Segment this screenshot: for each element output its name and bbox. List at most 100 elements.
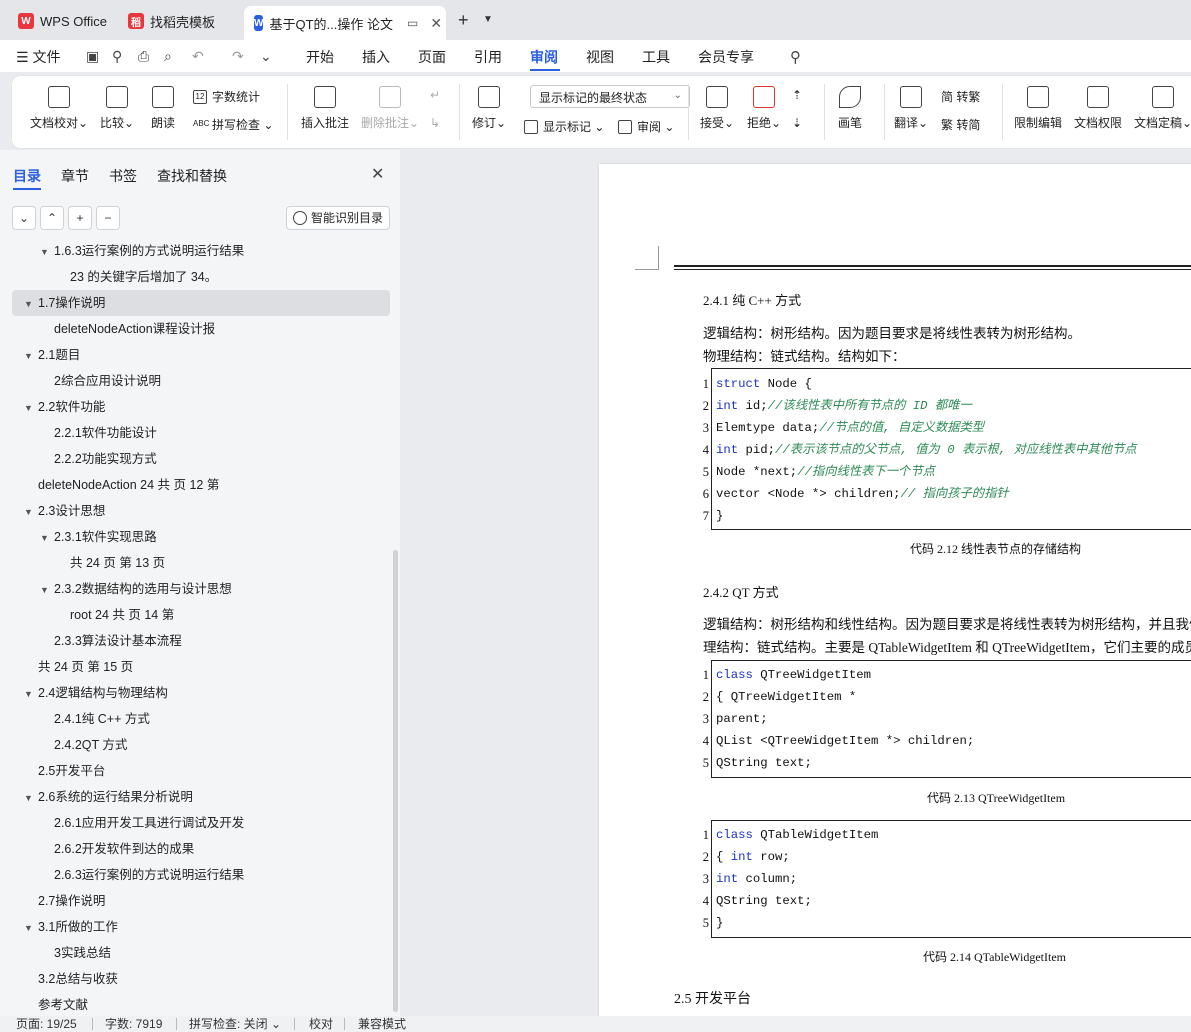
menu-review[interactable]: 审阅 (530, 47, 558, 67)
expand-triangle-icon[interactable]: ▼ (24, 915, 38, 941)
toc-item[interactable]: ▼ 1.7操作说明 (12, 290, 390, 316)
close-tab-icon[interactable]: ✕ (430, 15, 442, 32)
new-tab-icon[interactable]: + (458, 10, 469, 31)
document-page[interactable]: 2.4.1 纯 C++ 方式 逻辑结构：树形结构。因为题目要求是将线性表转为树形… (599, 164, 1191, 1016)
tab-wps-office[interactable]: W WPS Office (8, 6, 117, 36)
float-window-icon[interactable]: ▭ (407, 16, 418, 30)
expand-triangle-icon[interactable]: ▼ (40, 577, 54, 603)
doc-proof-button[interactable]: 文档校对⌄ (30, 86, 88, 131)
toc-item[interactable]: 2综合应用设计说明 (40, 368, 161, 394)
next-change-icon[interactable]: ⇣ (792, 116, 802, 130)
toc-item[interactable]: 共 24 页 第 13 页 (56, 550, 165, 576)
toc-item[interactable]: ▼ 2.3.2数据结构的选用与设计思想 (40, 576, 232, 602)
menu-reference[interactable]: 引用 (474, 47, 502, 67)
menu-start[interactable]: 开始 (306, 47, 334, 67)
menu-member[interactable]: 会员专享 (698, 47, 754, 67)
doc-rights-button[interactable]: 文档权限 (1074, 86, 1122, 131)
toc-item[interactable]: ▼ 2.3.1软件实现思路 (40, 524, 157, 550)
toc-item[interactable]: 2.6.3运行案例的方式说明运行结果 (40, 862, 244, 888)
reject-button[interactable]: 拒绝⌄ (747, 86, 781, 131)
nav-scrollbar[interactable] (393, 550, 398, 1012)
toc-item[interactable]: ▼ 2.3设计思想 (24, 498, 105, 524)
toc-item[interactable]: 共 24 页 第 15 页 (24, 654, 133, 680)
markup-state-select[interactable]: 显示标记的最终状态 ⌄ (530, 85, 690, 108)
expand-triangle-icon[interactable]: ▼ (24, 343, 38, 369)
doc-final-button[interactable]: 文档定稿⌄ (1134, 86, 1191, 131)
track-changes-button[interactable]: 修订⌄ (472, 86, 506, 131)
chevron-down-icon[interactable]: ▼ (483, 14, 493, 25)
prev-comment-icon[interactable]: ↵ (430, 88, 440, 102)
toc-item[interactable]: 3实践总结 (40, 940, 111, 966)
toc-item[interactable]: ▼ 2.6系统的运行结果分析说明 (24, 784, 193, 810)
expand-triangle-icon[interactable]: ▼ (24, 291, 38, 317)
toc-item[interactable]: 2.6.1应用开发工具进行调试及开发 (40, 810, 244, 836)
toc-item[interactable]: 2.3.3算法设计基本流程 (40, 628, 182, 654)
tab-bookmarks[interactable]: 书签 (109, 166, 137, 186)
spell-check-status[interactable]: 拼写检查: 关闭 ⌄ (189, 1017, 281, 1032)
expand-triangle-icon[interactable]: ▼ (24, 499, 38, 525)
next-comment-icon[interactable]: ↳ (430, 116, 440, 130)
toc-item[interactable]: 2.2.2功能实现方式 (40, 446, 157, 472)
toc-item[interactable]: 参考文献 (24, 992, 88, 1016)
expand-triangle-icon[interactable]: ▼ (24, 681, 38, 707)
toc-item[interactable]: deleteNodeAction课程设计报 (40, 316, 215, 342)
toc-item[interactable]: 2.6.2开发软件到达的成果 (40, 836, 194, 862)
smart-toc-button[interactable]: 智能识别目录 (286, 206, 390, 230)
delete-comment-button[interactable]: 删除批注⌄ (361, 86, 419, 131)
toc-item[interactable]: 2.7操作说明 (24, 888, 105, 914)
review-pane-button[interactable]: 审阅 ⌄ (618, 118, 674, 135)
tab-find-replace[interactable]: 查找和替换 (157, 166, 227, 186)
toc-item[interactable]: 23 的关键字后增加了 34。 (56, 264, 217, 290)
more-chevron-icon[interactable]: ⌄ (260, 48, 272, 65)
restrict-edit-button[interactable]: 限制编辑 (1014, 86, 1062, 131)
add-heading-button[interactable]: + (68, 206, 92, 230)
print-preview-icon[interactable]: ⌕ (164, 48, 172, 65)
toc-item[interactable]: 2.4.2QT 方式 (40, 732, 127, 758)
to-simplified-button[interactable]: 繁 转简 (941, 116, 980, 133)
collapse-all-button[interactable]: ⌄ (12, 206, 36, 230)
share-icon[interactable]: ⚲ (112, 48, 122, 65)
toc-item[interactable]: 2.5开发平台 (24, 758, 105, 784)
menu-file[interactable]: ☰ 文件 (16, 47, 60, 67)
word-count-button[interactable]: 12 字数统计 (193, 88, 260, 105)
toc-item[interactable]: ▼ 1.6.3运行案例的方式说明运行结果 (40, 240, 244, 264)
toc-item[interactable]: 2.4.1纯 C++ 方式 (40, 706, 150, 732)
menu-page[interactable]: 页面 (418, 47, 446, 67)
toc-item[interactable]: root 24 共 页 14 第 (56, 602, 174, 628)
translate-button[interactable]: 翻译⌄ (894, 86, 928, 131)
toc-item[interactable]: deleteNodeAction 24 共 页 12 第 (24, 472, 219, 498)
undo-icon[interactable]: ↶ (192, 48, 204, 65)
read-aloud-button[interactable]: 朗读 (151, 86, 175, 131)
brush-button[interactable]: 画笔 (838, 86, 862, 131)
save-icon[interactable]: ▣ (86, 48, 99, 65)
toc-item[interactable]: 3.2总结与收获 (24, 966, 118, 992)
word-count[interactable]: 字数: 7919 (105, 1017, 162, 1032)
redo-icon[interactable]: ↷ (232, 48, 244, 65)
page-indicator[interactable]: 页面: 19/25 (16, 1017, 77, 1032)
prev-change-icon[interactable]: ⇡ (792, 88, 802, 102)
toc-item[interactable]: ▼ 2.1题目 (24, 342, 80, 368)
accept-button[interactable]: 接受⌄ (700, 86, 734, 131)
close-icon[interactable]: ✕ (371, 164, 384, 184)
menu-tools[interactable]: 工具 (642, 47, 670, 67)
spell-check-button[interactable]: ABC 拼写检查 ⌄ (193, 116, 273, 133)
tab-template[interactable]: 稻 找稻壳模板 (118, 6, 225, 36)
expand-up-button[interactable]: ⌃ (40, 206, 64, 230)
toc-item[interactable]: 2.2.1软件功能设计 (40, 420, 157, 446)
show-markup-button[interactable]: 显示标记 ⌄ (524, 118, 604, 135)
proof-status[interactable]: 校对 (309, 1017, 333, 1032)
compare-button[interactable]: 比较⌄ (100, 86, 134, 131)
expand-triangle-icon[interactable]: ▼ (40, 525, 54, 551)
toc-item[interactable]: ▼ 2.2软件功能 (24, 394, 105, 420)
search-icon[interactable]: ⚲ (790, 48, 801, 66)
tab-document[interactable]: W 基于QT的...操作 论文 ▭ ✕ (244, 6, 446, 40)
menu-view[interactable]: 视图 (586, 47, 614, 67)
expand-triangle-icon[interactable]: ▼ (40, 240, 54, 265)
print-icon[interactable]: ⎙ (138, 48, 149, 65)
expand-triangle-icon[interactable]: ▼ (24, 395, 38, 421)
menu-insert[interactable]: 插入 (362, 47, 390, 67)
tab-sections[interactable]: 章节 (61, 166, 89, 186)
to-traditional-button[interactable]: 简 转繁 (941, 88, 980, 105)
insert-comment-button[interactable]: 插入批注 (301, 86, 349, 131)
remove-heading-button[interactable]: − (96, 206, 120, 230)
